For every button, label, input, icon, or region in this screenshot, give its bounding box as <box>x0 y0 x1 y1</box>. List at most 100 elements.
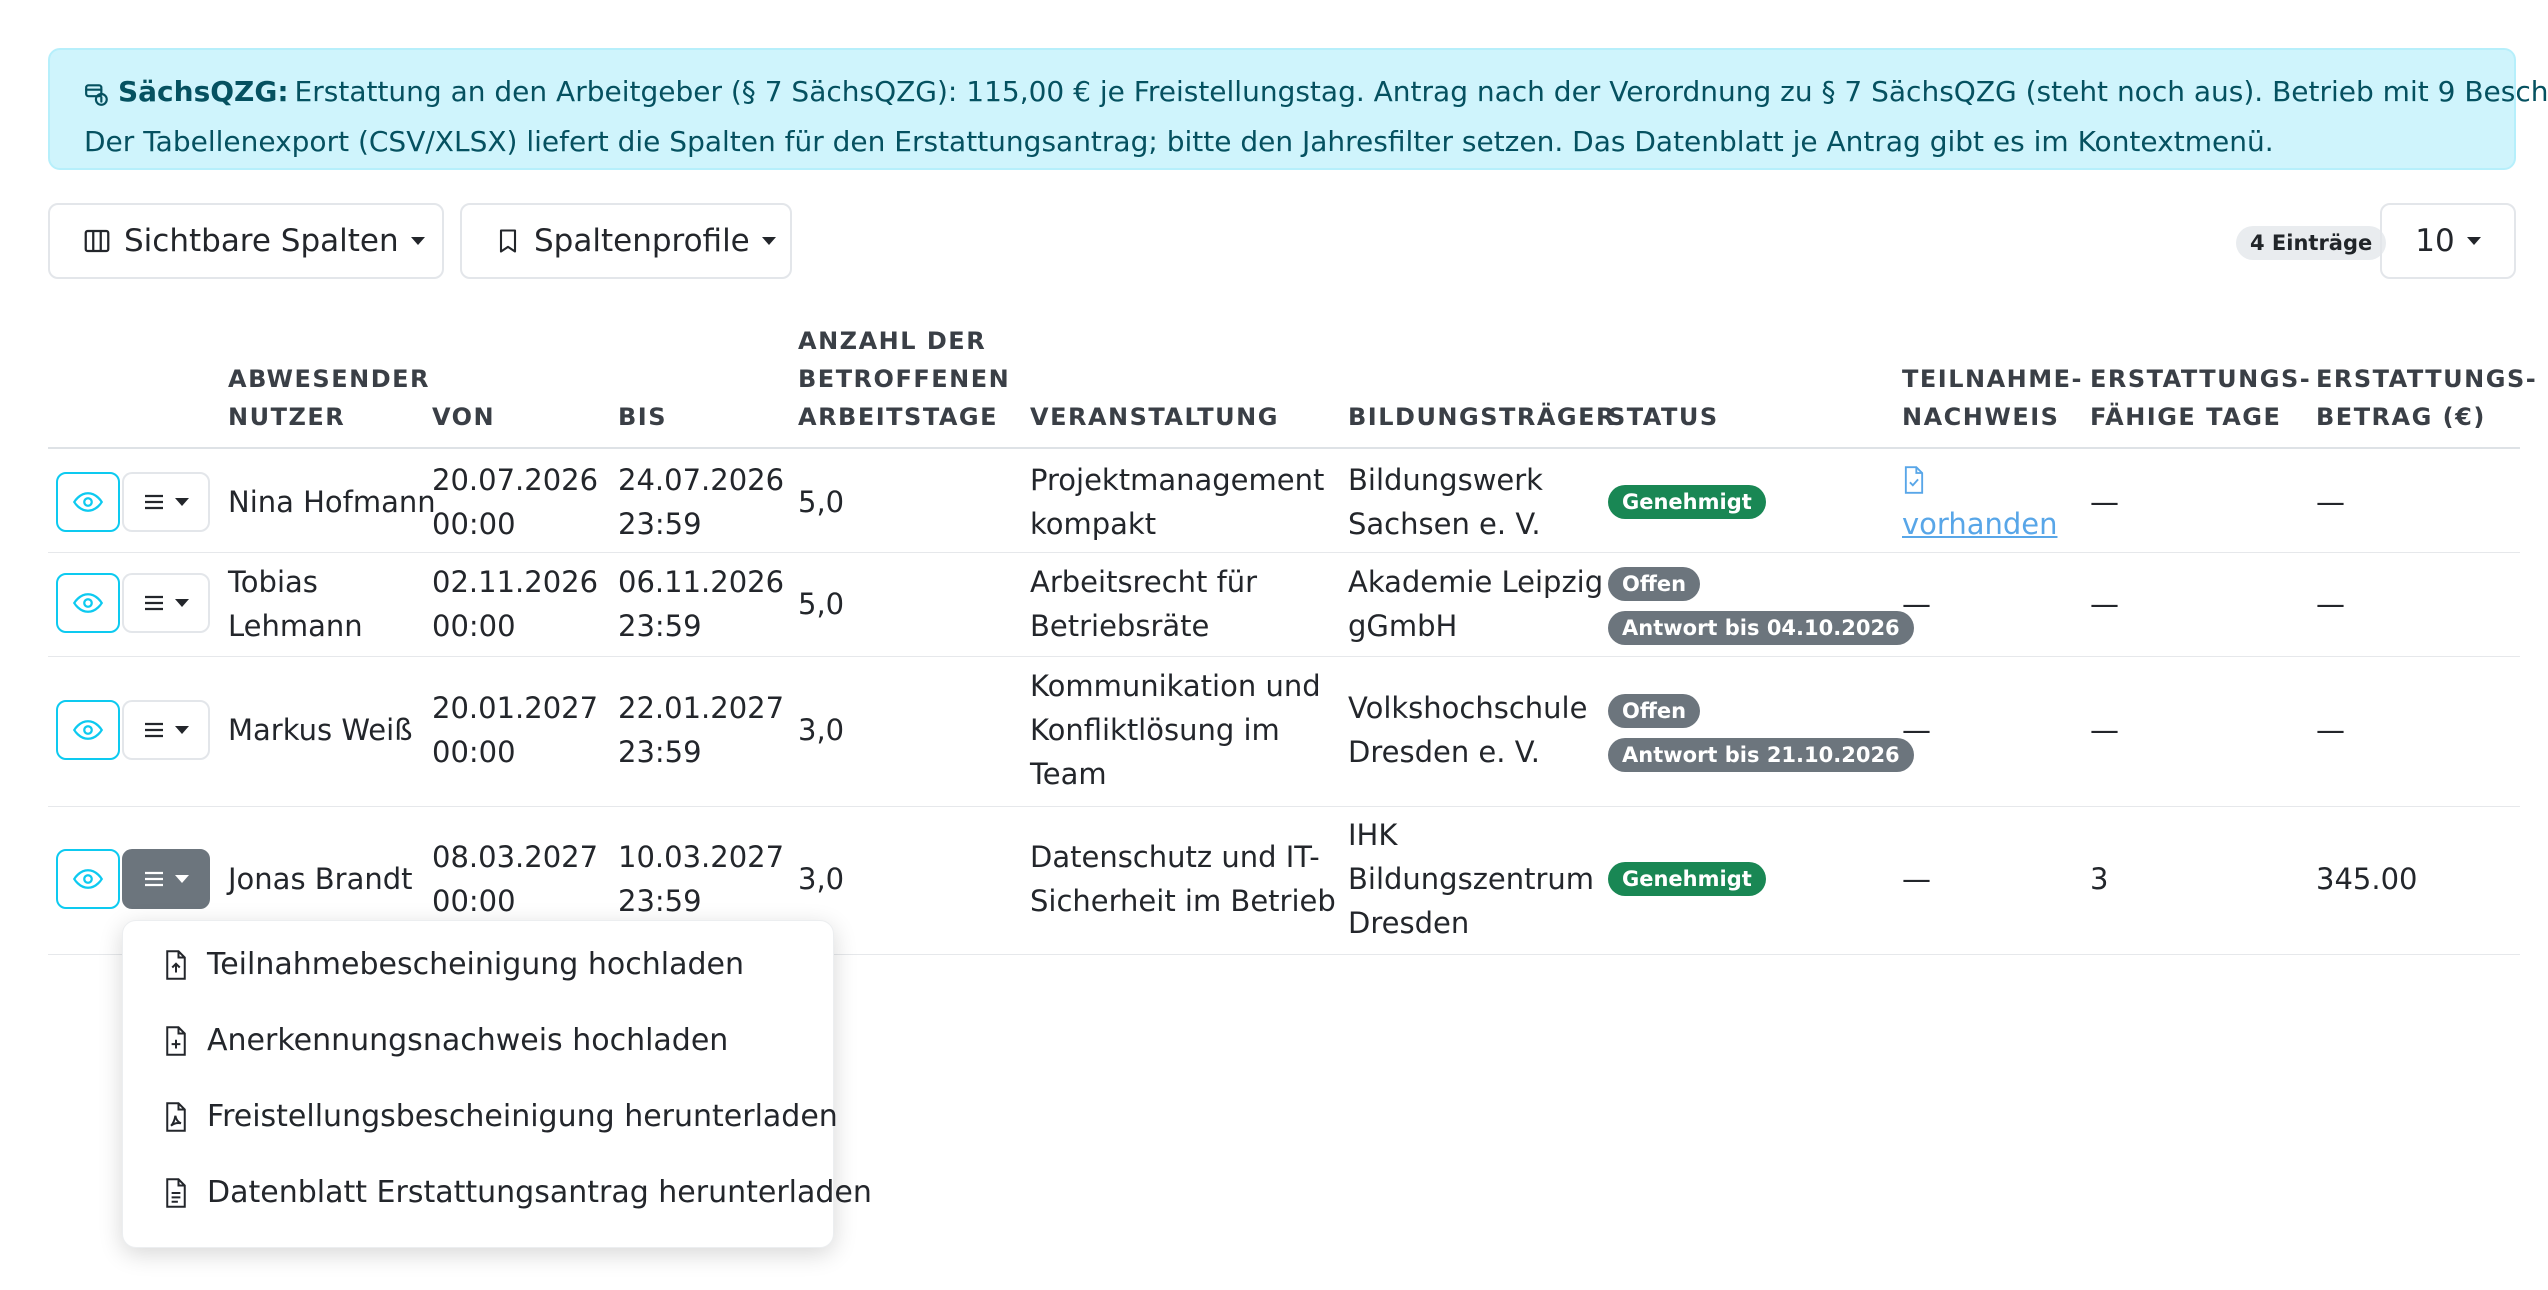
cell-event-line1: Projektmanagement <box>1030 463 1325 497</box>
columns-icon <box>82 226 112 256</box>
cell-from-time: 00:00 <box>432 735 516 769</box>
cell-to: 10.03.2027 23:59 <box>618 835 784 923</box>
cell-proof: vorhanden <box>1902 458 2057 546</box>
eye-icon <box>73 720 103 740</box>
cell-provider-line3: Dresden <box>1348 906 1470 940</box>
row-actions-button[interactable] <box>122 472 210 532</box>
cell-provider-line2: Sachsen e. V. <box>1348 507 1541 541</box>
cell-user: Markus Weiß <box>228 713 413 747</box>
header-refund-amount-line1: ERSTATTUNGS- <box>2316 365 2538 393</box>
cell-days: 3,0 <box>798 862 845 896</box>
header-user-line1: ABWESENDER <box>228 365 430 393</box>
header-refund-days-line1: ERSTATTUNGS- <box>2090 365 2312 393</box>
cell-event-line1: Arbeitsrecht für <box>1030 565 1258 599</box>
cell-refund-amount: — <box>2316 713 2345 747</box>
list-icon <box>145 871 163 887</box>
header-status[interactable]: STATUS <box>1608 398 1719 436</box>
menu-item-label: Anerkennungsnachweis hochladen <box>207 1023 729 1058</box>
cell-provider-line2: Bildungszentrum <box>1348 862 1595 896</box>
cell-to-time: 23:59 <box>618 735 702 769</box>
header-event[interactable]: VERANSTALTUNG <box>1030 398 1279 436</box>
visible-columns-button[interactable]: Sichtbare Spalten <box>48 203 444 279</box>
header-days-line2: BETROFFENEN <box>798 365 1011 393</box>
cell-to-date: 22.01.2027 <box>618 691 785 725</box>
cell-from: 02.11.2026 00:00 <box>432 560 598 648</box>
cell-event-line2: Betriebsräte <box>1030 609 1210 643</box>
cell-user-line2: Lehmann <box>228 609 363 643</box>
cell-proof: — <box>1902 713 1931 747</box>
menu-item-label: Datenblatt Erstattungsantrag herunterlad… <box>207 1175 872 1210</box>
status-badge: Offen <box>1608 694 1701 728</box>
page-size-select[interactable]: 10 <box>2380 203 2516 279</box>
deadline-badge: Antwort bis 21.10.2026 <box>1608 738 1914 772</box>
cell-to: 06.11.2026 23:59 <box>618 560 784 648</box>
view-button[interactable] <box>56 700 120 760</box>
column-profiles-button[interactable]: Spaltenprofile <box>460 203 792 279</box>
cell-provider-line1: IHK <box>1348 818 1398 852</box>
cell-proof: — <box>1902 862 1931 896</box>
view-button[interactable] <box>56 849 120 909</box>
cell-event: Datenschutz und IT- Sicherheit im Betrie… <box>1030 835 1336 923</box>
eye-icon <box>73 492 103 512</box>
header-user[interactable]: ABWESENDER NUTZER <box>228 360 430 436</box>
header-user-line2: NUTZER <box>228 403 346 431</box>
status-badge: Genehmigt <box>1608 862 1766 896</box>
chevron-down-icon <box>175 875 189 883</box>
cell-provider-line2: gGmbH <box>1348 609 1458 643</box>
cell-event: Arbeitsrecht für Betriebsräte <box>1030 560 1257 648</box>
cell-event: Projektmanagement kompakt <box>1030 458 1324 546</box>
cell-from-date: 20.07.2026 <box>432 463 599 497</box>
cell-to-time: 23:59 <box>618 884 702 918</box>
view-button[interactable] <box>56 472 120 532</box>
menu-item-label: Freistellungsbescheinigung herunterladen <box>207 1099 838 1134</box>
cell-provider: IHK Bildungszentrum Dresden <box>1348 813 1594 945</box>
cell-from-date: 08.03.2027 <box>432 840 599 874</box>
row-actions-button[interactable] <box>122 700 210 760</box>
cell-from-time: 00:00 <box>432 609 516 643</box>
menu-item-download-datasheet[interactable]: Datenblatt Erstattungsantrag herunterlad… <box>163 1175 872 1210</box>
header-refund-days[interactable]: ERSTATTUNGS- FÄHIGE TAGE <box>2090 360 2311 436</box>
visible-columns-label: Sichtbare Spalten <box>124 223 399 259</box>
proof-link[interactable]: vorhanden <box>1902 502 2057 546</box>
cell-from-date: 20.01.2027 <box>432 691 599 725</box>
bookmark-icon <box>494 226 522 256</box>
header-proof[interactable]: TEILNAHME- NACHWEIS <box>1902 360 2083 436</box>
menu-item-upload-recognition[interactable]: Anerkennungsnachweis hochladen <box>163 1023 728 1058</box>
cell-days: 5,0 <box>798 587 845 621</box>
status-badge: Genehmigt <box>1608 485 1766 519</box>
cell-event-line2: Konfliktlösung im <box>1030 713 1280 747</box>
menu-item-upload-certificate[interactable]: Teilnahmebescheinigung hochladen <box>163 947 744 982</box>
menu-item-download-release-certificate[interactable]: Freistellungsbescheinigung herunterladen <box>163 1099 838 1134</box>
cell-days: 5,0 <box>798 485 845 519</box>
header-provider[interactable]: BILDUNGSTRÄGER <box>1348 398 1616 436</box>
row-divider <box>48 656 2520 657</box>
header-divider <box>48 447 2520 449</box>
cell-refund-amount: — <box>2316 587 2345 621</box>
cell-event-line2: Sicherheit im Betrieb <box>1030 884 1336 918</box>
cell-from: 08.03.2027 00:00 <box>432 835 598 923</box>
coin-refund-icon <box>84 76 110 120</box>
row-divider <box>48 552 2520 553</box>
alert-title: SächsQZG: <box>118 75 289 108</box>
row-actions-button[interactable] <box>122 573 210 633</box>
cell-from: 20.07.2026 00:00 <box>432 458 598 546</box>
header-proof-line2: NACHWEIS <box>1902 403 2060 431</box>
chevron-down-icon <box>175 726 189 734</box>
cell-from: 20.01.2027 00:00 <box>432 686 598 774</box>
cell-provider-line1: Akademie Leipzig <box>1348 565 1604 599</box>
row-actions-button[interactable] <box>122 849 210 909</box>
header-from[interactable]: VON <box>432 398 495 436</box>
view-button[interactable] <box>56 573 120 633</box>
chevron-down-icon <box>410 237 425 245</box>
menu-item-label: Teilnahmebescheinigung hochladen <box>207 947 744 982</box>
header-proof-line1: TEILNAHME- <box>1902 365 2083 393</box>
row-divider <box>48 806 2520 807</box>
chevron-down-icon <box>175 498 189 506</box>
header-to[interactable]: BIS <box>618 398 667 436</box>
header-refund-amount-line2: BETRAG (€) <box>2316 403 2486 431</box>
cell-refund-amount: 345.00 <box>2316 862 2418 896</box>
cell-event: Kommunikation und Konfliktlösung im Team <box>1030 664 1321 796</box>
header-days[interactable]: ANZAHL DER BETROFFENEN ARBEITSTAGE <box>798 322 1010 436</box>
header-refund-amount[interactable]: ERSTATTUNGS- BETRAG (€) <box>2316 360 2537 436</box>
cell-user: Jonas Brandt <box>228 862 413 896</box>
